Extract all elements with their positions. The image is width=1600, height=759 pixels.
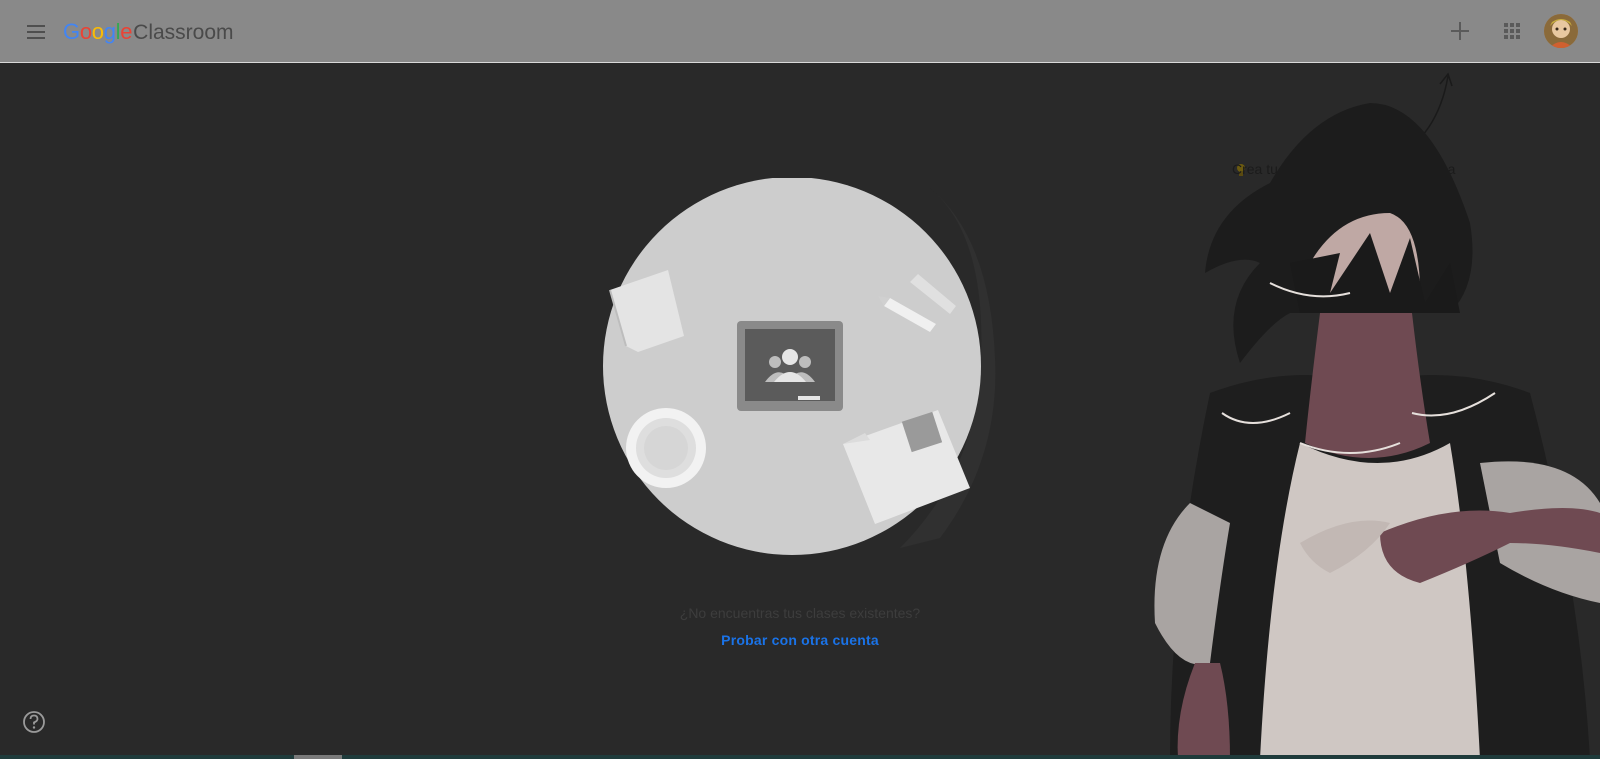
account-avatar[interactable]	[1544, 14, 1578, 48]
empty-classroom-illustration	[603, 178, 996, 555]
help-button[interactable]	[20, 708, 48, 736]
plus-icon	[1451, 22, 1469, 40]
logo-letter: o	[91, 19, 104, 44]
bottom-scroll-thumb[interactable]	[294, 755, 342, 759]
avatar-image	[1544, 14, 1578, 48]
try-another-account-link[interactable]: Probar con otra cuenta	[721, 632, 879, 648]
background-character-artwork	[1154, 103, 1600, 759]
logo-letter: g	[103, 19, 116, 44]
top-app-bar: Google Classroom	[0, 0, 1600, 63]
logo-google-wordmark: Google	[63, 19, 132, 45]
help-icon	[23, 711, 45, 733]
google-apps-button[interactable]	[1496, 15, 1528, 47]
logo-product-name: Classroom	[133, 21, 234, 44]
apps-grid-icon	[1504, 23, 1520, 39]
bottom-scroll-track	[0, 755, 1600, 759]
logo-letter: e	[120, 19, 133, 44]
logo-letter: G	[63, 19, 80, 44]
main-menu-button[interactable]	[20, 16, 52, 48]
logo-letter: o	[79, 19, 92, 44]
hamburger-menu-icon	[27, 25, 45, 39]
create-or-join-class-button[interactable]	[1444, 15, 1476, 47]
google-classroom-logo[interactable]: Google Classroom	[63, 19, 234, 45]
